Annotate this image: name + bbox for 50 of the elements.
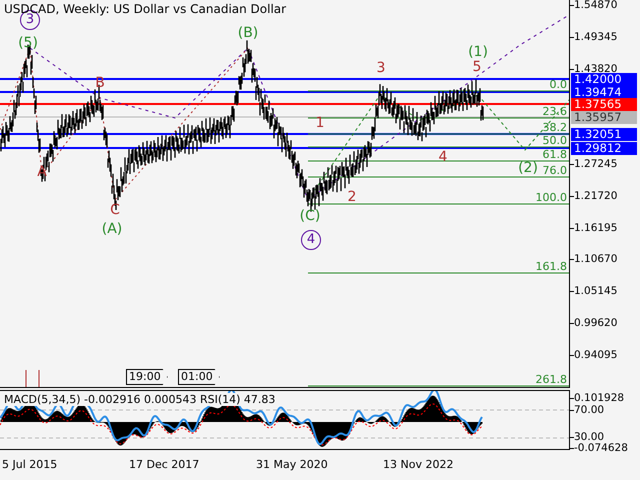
price-tag: 1.42000 bbox=[571, 73, 637, 86]
wave-label: (C) bbox=[300, 208, 320, 224]
price-axis-label: 1.05145 bbox=[574, 286, 618, 296]
price-axis-label: 1.10670 bbox=[574, 254, 618, 264]
time-marker: 01:00 bbox=[178, 369, 220, 385]
wave-label: A bbox=[37, 164, 47, 180]
wave-label: 2 bbox=[348, 189, 356, 205]
wave-label: B bbox=[95, 75, 105, 91]
price-tag: 1.39474 bbox=[571, 86, 637, 99]
indicator-axis-label: 70.00 bbox=[574, 405, 604, 415]
time-axis-label: 31 May 2020 bbox=[256, 458, 328, 471]
fibonacci-level-label: 23.6 bbox=[542, 105, 567, 118]
price-axis-label: 1.27245 bbox=[574, 159, 618, 169]
price-axis-label: 1.54870 bbox=[574, 0, 618, 10]
fibonacci-level-label: 100.0 bbox=[536, 191, 567, 204]
indicator-axis-label: 0.101928 bbox=[574, 393, 624, 403]
wave-label: 1 bbox=[316, 115, 324, 131]
fibonacci-level-label: 161.8 bbox=[536, 260, 567, 273]
price-tag: 1.35957 bbox=[571, 111, 637, 124]
indicator-axis-label: 30.00 bbox=[574, 432, 604, 442]
wave-label: (2) bbox=[518, 160, 538, 176]
price-axis-label: 0.99620 bbox=[574, 318, 618, 328]
fibonacci-level-label: 0.0 bbox=[550, 78, 567, 91]
wave-label: C bbox=[110, 202, 120, 218]
fibonacci-level-label: 50.0 bbox=[542, 134, 567, 147]
wave-label: (B) bbox=[238, 25, 258, 41]
wave-label: 3 bbox=[376, 60, 386, 76]
indicator-axis-label: -0.074628 bbox=[574, 443, 628, 453]
fibonacci-level-label: 261.8 bbox=[536, 373, 567, 386]
price-tag: 1.37565 bbox=[571, 98, 637, 111]
price-axis-label: 1.49345 bbox=[574, 32, 618, 42]
time-axis-label: 17 Dec 2017 bbox=[129, 458, 200, 471]
wave-label: (5) bbox=[18, 35, 38, 51]
fibonacci-level-label: 76.0 bbox=[542, 164, 567, 177]
time-marker: 19:00 bbox=[126, 369, 168, 385]
fibonacci-level-label: 61.8 bbox=[542, 148, 567, 161]
price-axis-label: 1.16195 bbox=[574, 222, 618, 233]
wave-label: (A) bbox=[102, 221, 122, 237]
price-axis-label: 1.43820 bbox=[574, 64, 618, 74]
price-axis-label: 0.94095 bbox=[574, 350, 618, 360]
wave-label: (1) bbox=[468, 44, 488, 60]
indicator-label: MACD(5,34,5) -0.002916 0.000543 RSI(14) 47.83 bbox=[4, 393, 276, 406]
wave-label: 5 bbox=[472, 59, 482, 75]
time-axis-label: 5 Jul 2015 bbox=[2, 458, 58, 471]
price-tag: 1.29812 bbox=[571, 142, 637, 155]
price-tag: 1.32051 bbox=[571, 128, 637, 141]
time-axis-label: 13 Nov 2022 bbox=[383, 458, 454, 471]
fibonacci-level-label: 38.2 bbox=[542, 121, 567, 134]
price-axis-label: 1.21720 bbox=[574, 190, 618, 201]
wave-label: 4 bbox=[301, 230, 321, 250]
